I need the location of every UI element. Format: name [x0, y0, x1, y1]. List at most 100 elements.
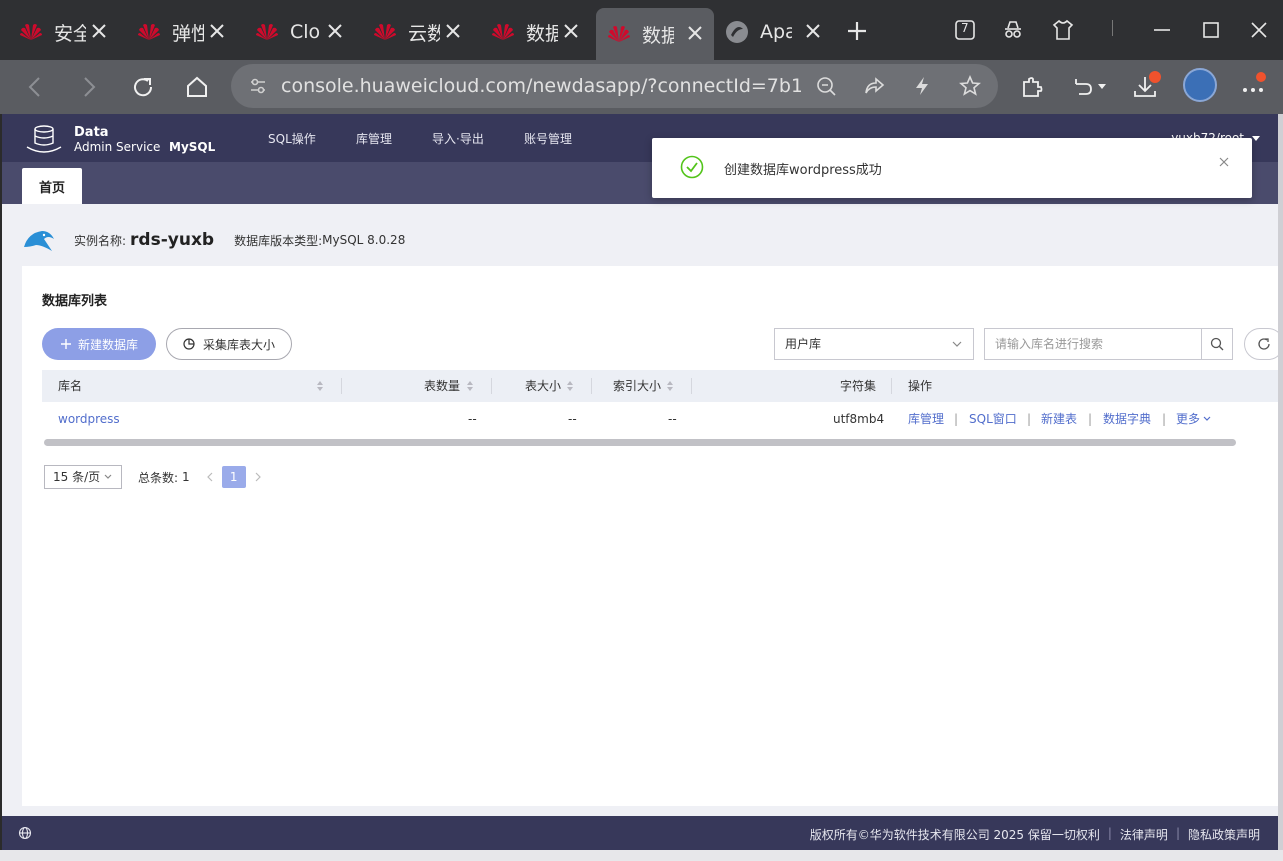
bookmark-star-icon[interactable]: [959, 75, 981, 97]
legal-link[interactable]: 法律声明: [1120, 826, 1168, 843]
mysql-dolphin-icon: [22, 225, 56, 255]
nav-db-manage[interactable]: 库管理: [356, 130, 392, 147]
close-icon[interactable]: [90, 22, 108, 40]
search-button[interactable]: [1201, 328, 1233, 360]
vertical-scrollbar[interactable]: [1278, 114, 1283, 850]
close-window-icon[interactable]: [1247, 18, 1271, 42]
reload-icon[interactable]: [130, 74, 156, 100]
page-size-select[interactable]: 15 条/页: [44, 465, 122, 489]
tab-title: 弹性: [172, 22, 204, 45]
create-database-label: 新建数据库: [77, 337, 138, 352]
column-divider: [591, 378, 592, 394]
chevron-down-icon[interactable]: [1202, 414, 1212, 424]
prev-page-icon[interactable]: [204, 471, 216, 483]
sort-icon[interactable]: [466, 380, 474, 392]
globe-icon[interactable]: [18, 826, 32, 840]
huawei-logo-icon: [136, 19, 162, 45]
action-data-dictionary[interactable]: 数据字典: [1103, 402, 1151, 436]
browser-tab[interactable]: Clo: [236, 10, 354, 54]
copyright-text: 版权所有©华为软件技术有限公司 2025 保留一切权利: [809, 828, 1100, 842]
next-page-icon[interactable]: [252, 471, 264, 483]
sort-icon[interactable]: [316, 380, 324, 392]
browser-tab[interactable]: 弹性: [118, 10, 236, 54]
db-version: MySQL 8.0.28: [322, 233, 406, 247]
nav-account[interactable]: 账号管理: [524, 130, 572, 147]
nav-sql[interactable]: SQL操作: [268, 130, 316, 147]
current-page[interactable]: 1: [221, 466, 246, 488]
action-separator: |: [1027, 412, 1032, 426]
action-more[interactable]: 更多: [1176, 402, 1200, 436]
column-divider: [691, 378, 692, 394]
address-bar[interactable]: console.huaweicloud.com/newdasapp/?conne…: [231, 64, 998, 108]
db-name-link[interactable]: wordpress: [58, 402, 120, 436]
back-icon[interactable]: [22, 74, 48, 100]
zoom-icon[interactable]: [815, 75, 837, 97]
site-settings-icon[interactable]: [247, 75, 269, 97]
sort-icon[interactable]: [566, 380, 574, 392]
undo-icon[interactable]: [1071, 74, 1097, 100]
new-tab-icon[interactable]: [846, 20, 868, 42]
share-icon[interactable]: [863, 75, 885, 97]
close-icon[interactable]: [562, 22, 580, 40]
footer-divider: |: [1175, 826, 1180, 840]
close-icon[interactable]: [686, 24, 704, 42]
sort-icon[interactable]: [666, 380, 674, 392]
huawei-logo-icon: [254, 19, 280, 45]
action-new-table[interactable]: 新建表: [1041, 402, 1077, 436]
huawei-logo-icon: [372, 19, 398, 45]
engine-label[interactable]: MySQL: [169, 140, 215, 154]
table-header: 库名 表数量 表大小 索引大小 字符集 操作: [42, 370, 1278, 402]
tab-title: 安全: [54, 22, 86, 45]
browser-tab-active[interactable]: 数据: [596, 8, 714, 60]
search-input[interactable]: 请输入库名进行搜索: [984, 328, 1202, 360]
user-dropdown-icon[interactable]: [1252, 136, 1260, 141]
collect-size-button[interactable]: 采集库表大小: [166, 328, 292, 360]
maximize-icon[interactable]: [1199, 18, 1223, 42]
col-table-size: 表大小: [525, 379, 562, 393]
search-icon: [1210, 337, 1224, 351]
close-icon[interactable]: [1218, 156, 1230, 168]
minimize-icon[interactable]: [1150, 18, 1174, 42]
instance-info: 实例名称: rds-yuxb 数据库版本类型: MySQL 8.0.28: [22, 220, 405, 260]
success-toast: 创建数据库wordpress成功: [652, 138, 1252, 198]
nav-import-export[interactable]: 导入·导出: [432, 130, 484, 147]
main-content: 实例名称: rds-yuxb 数据库版本类型: MySQL 8.0.28 数据库…: [2, 204, 1283, 816]
horizontal-scrollbar[interactable]: [44, 439, 1236, 446]
action-separator: |: [1088, 412, 1093, 426]
browser-tab[interactable]: 云数: [354, 10, 472, 54]
url-text: console.huaweicloud.com/newdasapp/?conne…: [281, 75, 801, 97]
chevron-down-icon: [951, 338, 963, 350]
refresh-icon: [1257, 337, 1271, 351]
avatar[interactable]: [1183, 68, 1217, 102]
home-icon[interactable]: [184, 74, 210, 100]
tab-home[interactable]: 首页: [22, 168, 82, 204]
browser-tab[interactable]: Apa: [714, 10, 832, 54]
cell-charset: utf8mb4: [833, 412, 885, 426]
action-sql-window[interactable]: SQL窗口: [969, 402, 1017, 436]
close-icon[interactable]: [444, 22, 462, 40]
pie-chart-icon: [183, 338, 195, 350]
browser-tab[interactable]: 安全: [0, 10, 118, 54]
db-type-value: 用户库: [785, 337, 822, 351]
incognito-icon[interactable]: [1001, 18, 1025, 42]
total-count: 1: [182, 470, 190, 484]
column-divider: [891, 378, 892, 394]
tab-title: Apa: [760, 21, 792, 43]
browser-tab[interactable]: 数据: [472, 10, 590, 54]
privacy-link[interactable]: 隐私政策声明: [1188, 826, 1260, 843]
huawei-logo-icon: [490, 19, 516, 45]
skin-icon[interactable]: [1051, 18, 1075, 42]
action-db-manage[interactable]: 库管理: [908, 402, 944, 436]
close-icon[interactable]: [326, 22, 344, 40]
divider: [1112, 20, 1113, 36]
db-type-select[interactable]: 用户库: [774, 328, 974, 360]
notification-dot: [1256, 72, 1266, 82]
close-icon[interactable]: [208, 22, 226, 40]
undo-dropdown-icon[interactable]: [1098, 84, 1106, 89]
close-icon[interactable]: [804, 22, 822, 40]
database-list-panel: 数据库列表 新建数据库 采集库表大小 用户库 请输入库名进行搜索 库名 表数量: [22, 266, 1283, 806]
forward-icon[interactable]: [76, 74, 102, 100]
lightning-icon[interactable]: [911, 75, 933, 97]
extensions-icon[interactable]: [1019, 74, 1045, 100]
create-database-button[interactable]: 新建数据库: [42, 328, 156, 360]
